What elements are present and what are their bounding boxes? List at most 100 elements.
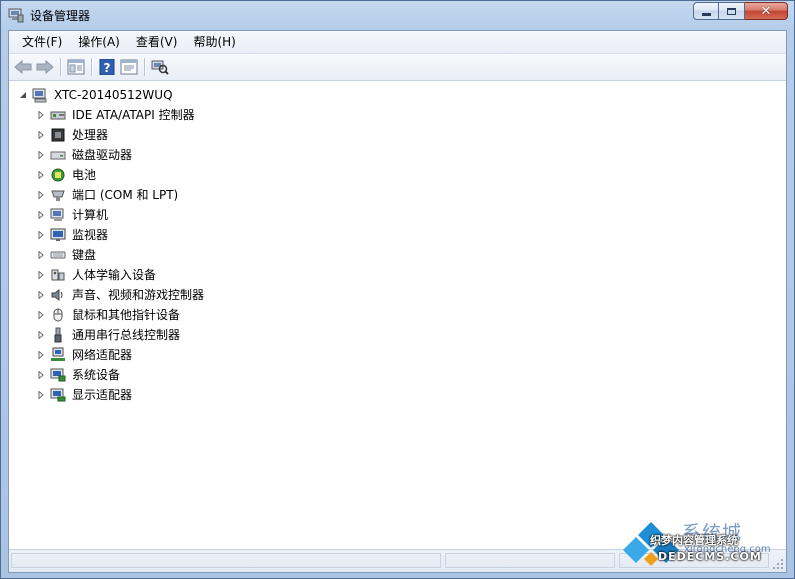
menu-help[interactable]: 帮助(H) — [185, 32, 243, 52]
expand-icon[interactable] — [36, 285, 46, 305]
tree-node-label: 人体学输入设备 — [72, 268, 157, 282]
back-button[interactable] — [12, 56, 34, 78]
tree-node-label: 系统设备 — [72, 368, 121, 382]
tree-node-monitor[interactable]: 监视器 — [36, 225, 110, 245]
expand-icon[interactable] — [36, 105, 46, 125]
expand-icon[interactable] — [36, 145, 46, 165]
tree-node-label: 端口 (COM 和 LPT) — [72, 188, 179, 202]
menu-bar: 文件(F) 操作(A) 查看(V) 帮助(H) — [9, 31, 786, 54]
display-adapter-icon — [50, 387, 66, 403]
maximize-button[interactable] — [719, 2, 745, 20]
properties-icon — [120, 59, 138, 75]
minimize-button[interactable] — [693, 2, 719, 20]
tree-node-label: 鼠标和其他指针设备 — [72, 308, 181, 322]
tree-root-label: XTC-20140512WUQ — [54, 88, 173, 102]
status-pane-main — [11, 553, 441, 568]
tree-root-node[interactable]: XTC-20140512WUQ — [18, 85, 175, 105]
menu-action[interactable]: 操作(A) — [70, 32, 128, 52]
status-pane-2 — [445, 553, 615, 568]
tree-node-label: IDE ATA/ATAPI 控制器 — [72, 108, 195, 122]
system-device-icon — [50, 367, 66, 383]
tree-node-label: 通用串行总线控制器 — [72, 328, 181, 342]
menu-file[interactable]: 文件(F) — [14, 32, 70, 52]
tree-node-label: 网络适配器 — [72, 348, 133, 362]
computer-icon — [50, 207, 66, 223]
back-arrow-icon — [14, 60, 32, 74]
device-tree[interactable]: XTC-20140512WUQ IDE ATA/ATAPI 控制器 处理器磁盘驱动… — [9, 81, 786, 549]
tree-node-label: 计算机 — [72, 208, 109, 222]
show-hide-console-tree-icon — [67, 59, 85, 75]
computer-icon — [32, 87, 48, 103]
tree-node-processor[interactable]: 处理器 — [36, 125, 110, 145]
disk-drive-icon — [50, 147, 66, 163]
toolbar-separator — [91, 58, 92, 76]
monitor-icon — [50, 227, 66, 243]
watermark-cms-text: 织梦内容管理系统 — [650, 534, 738, 547]
window-title: 设备管理器 — [30, 9, 91, 23]
tree-node-label: 显示适配器 — [72, 388, 133, 402]
client-area: 文件(F) 操作(A) 查看(V) 帮助(H) ? XTC-20140512WU… — [8, 30, 787, 573]
expand-icon[interactable] — [36, 185, 46, 205]
network-adapter-icon — [50, 347, 66, 363]
tree-node-battery[interactable]: 电池 — [36, 165, 98, 185]
expand-icon[interactable] — [36, 385, 46, 405]
properties-button[interactable] — [118, 56, 140, 78]
close-button[interactable]: ✕ — [745, 2, 788, 20]
tree-node-label: 键盘 — [72, 248, 97, 262]
hid-icon — [50, 267, 66, 283]
caption-buttons: ✕ — [693, 2, 788, 21]
forward-arrow-icon — [36, 60, 54, 74]
tree-node-label: 声音、视频和游戏控制器 — [72, 288, 205, 302]
tree-node-port[interactable]: 端口 (COM 和 LPT) — [36, 185, 180, 205]
tree-node-disk-drive[interactable]: 磁盘驱动器 — [36, 145, 134, 165]
help-icon: ? — [99, 59, 115, 75]
close-icon: ✕ — [760, 3, 772, 19]
expand-icon[interactable] — [36, 245, 46, 265]
help-button[interactable]: ? — [96, 56, 118, 78]
keyboard-icon — [50, 247, 66, 263]
expand-icon[interactable] — [36, 305, 46, 325]
tree-node-hid[interactable]: 人体学输入设备 — [36, 265, 158, 285]
toolbar-separator — [144, 58, 145, 76]
tree-node-computer[interactable]: 计算机 — [36, 205, 110, 225]
title-bar[interactable]: 设备管理器 ✕ — [1, 1, 794, 29]
toolbar: ? — [9, 54, 786, 81]
tree-node-label: 处理器 — [72, 128, 109, 142]
maximize-icon — [727, 7, 736, 15]
scan-hardware-button[interactable] — [149, 56, 171, 78]
svg-text:?: ? — [104, 61, 111, 75]
scan-hardware-icon — [151, 60, 169, 75]
expand-icon[interactable] — [36, 205, 46, 225]
tree-node-label: 磁盘驱动器 — [72, 148, 133, 162]
expand-icon[interactable] — [36, 165, 46, 185]
expand-icon[interactable] — [36, 325, 46, 345]
expand-icon[interactable] — [36, 225, 46, 245]
collapse-icon[interactable] — [18, 85, 28, 105]
expand-icon[interactable] — [36, 125, 46, 145]
tree-node-mouse[interactable]: 鼠标和其他指针设备 — [36, 305, 182, 325]
processor-icon — [50, 127, 66, 143]
tree-node-ide-controller[interactable]: IDE ATA/ATAPI 控制器 — [36, 105, 197, 125]
toolbar-separator — [60, 58, 61, 76]
tree-node-sound[interactable]: 声音、视频和游戏控制器 — [36, 285, 206, 305]
sound-icon — [50, 287, 66, 303]
forward-button[interactable] — [34, 56, 56, 78]
usb-icon — [50, 327, 66, 343]
expand-icon[interactable] — [36, 345, 46, 365]
tree-node-system-device[interactable]: 系统设备 — [36, 365, 122, 385]
mouse-icon — [50, 307, 66, 323]
tree-node-display-adapter[interactable]: 显示适配器 — [36, 385, 134, 405]
expand-icon[interactable] — [36, 265, 46, 285]
tree-node-label: 监视器 — [72, 228, 109, 242]
show-hide-console-tree-button[interactable] — [65, 56, 87, 78]
expand-icon[interactable] — [36, 365, 46, 385]
port-icon — [50, 187, 66, 203]
tree-node-usb[interactable]: 通用串行总线控制器 — [36, 325, 182, 345]
minimize-icon — [701, 13, 711, 16]
tree-node-network-adapter[interactable]: 网络适配器 — [36, 345, 134, 365]
ide-controller-icon — [50, 107, 66, 123]
menu-view[interactable]: 查看(V) — [128, 32, 186, 52]
tree-node-label: 电池 — [72, 168, 97, 182]
tree-node-keyboard[interactable]: 键盘 — [36, 245, 98, 265]
watermark: 系统城 xitongcheng.com 织梦内容管理系统 DEDECMS.COM — [620, 518, 780, 568]
